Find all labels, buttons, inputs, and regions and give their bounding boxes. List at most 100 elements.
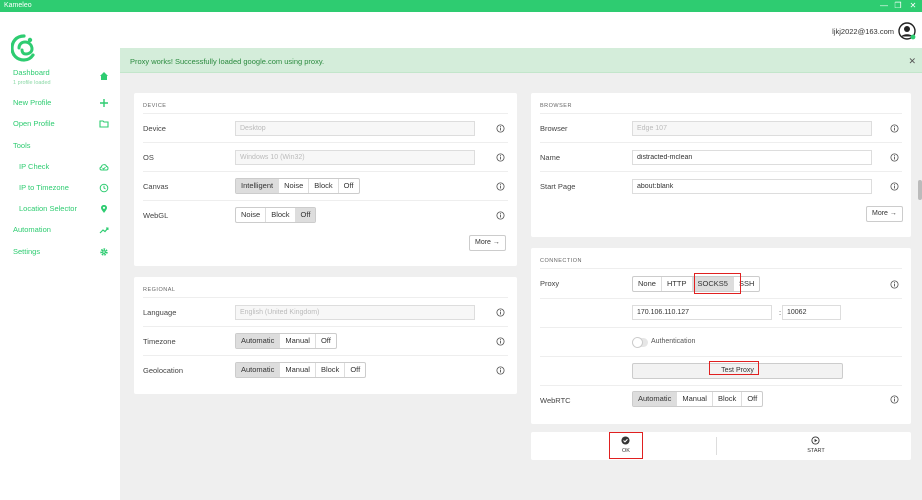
- proxy-option-none[interactable]: None: [633, 277, 662, 291]
- row-label: OS: [143, 153, 154, 162]
- profile-name-input[interactable]: [632, 150, 872, 165]
- card-title: CONNECTION: [540, 258, 582, 264]
- proxy-address-row: :: [540, 298, 902, 327]
- info-icon[interactable]: [496, 308, 505, 317]
- sidebar-item-label: New Profile: [13, 98, 52, 107]
- row-label: Language: [143, 308, 177, 317]
- geolocation-segmented-control: Automatic Manual Block Off: [235, 362, 367, 378]
- authentication-toggle[interactable]: [632, 337, 648, 348]
- canvas-option-noise[interactable]: Noise: [279, 179, 310, 193]
- row-label: Device: [143, 124, 166, 133]
- webrtc-option-off[interactable]: Off: [742, 392, 762, 406]
- webgl-segmented-control: Noise Block Off: [235, 207, 317, 223]
- success-alert: Proxy works! Successfully loaded google.…: [120, 48, 922, 73]
- trending-up-icon: [99, 227, 109, 234]
- row-label: Geolocation: [143, 366, 184, 375]
- maximize-button[interactable]: ❐: [890, 0, 906, 12]
- geolocation-option-block[interactable]: Block: [316, 363, 346, 377]
- info-icon[interactable]: [890, 124, 899, 133]
- close-button[interactable]: ✕: [905, 0, 921, 12]
- regional-card: REGIONAL Language English (United Kingdo…: [134, 277, 517, 394]
- geolocation-option-automatic[interactable]: Automatic: [236, 363, 281, 377]
- canvas-option-block[interactable]: Block: [309, 179, 339, 193]
- timezone-option-manual[interactable]: Manual: [280, 334, 316, 348]
- info-icon[interactable]: [496, 211, 505, 220]
- canvas-option-off[interactable]: Off: [339, 179, 359, 193]
- proxy-host-input[interactable]: [632, 305, 772, 320]
- browser-field: Edge 107: [632, 121, 872, 136]
- header: ljkj2022@163.com: [120, 12, 922, 48]
- geolocation-option-off[interactable]: Off: [345, 363, 365, 377]
- webrtc-option-manual[interactable]: Manual: [677, 392, 713, 406]
- socks5-highlight: [694, 273, 741, 294]
- os-row: OS Windows 10 (Win32): [143, 142, 508, 171]
- webgl-option-off[interactable]: Off: [295, 208, 316, 222]
- cloud-check-icon: [99, 164, 109, 171]
- proxy-option-http[interactable]: HTTP: [662, 277, 693, 291]
- button-label: More: [872, 210, 888, 217]
- sidebar-item-label: IP Check: [19, 162, 50, 171]
- profiles-loaded-text: 1 profile loaded: [13, 80, 51, 86]
- start-button[interactable]: START: [721, 432, 911, 460]
- sidebar-item-dashboard[interactable]: Dashboard 1 profile loaded: [13, 68, 109, 86]
- sidebar-item-label: Dashboard: [13, 68, 50, 77]
- webgl-option-noise[interactable]: Noise: [236, 208, 267, 222]
- browser-more-button[interactable]: More →: [866, 206, 903, 222]
- info-icon[interactable]: [496, 153, 505, 162]
- webrtc-option-block[interactable]: Block: [713, 392, 743, 406]
- sidebar-item-label: Open Profile: [13, 119, 55, 128]
- sidebar-item-location-selector[interactable]: Location Selector: [19, 204, 109, 213]
- sidebar-heading-tools: Tools: [13, 141, 31, 150]
- sidebar-item-settings[interactable]: Settings: [13, 247, 109, 256]
- webgl-option-block[interactable]: Block: [266, 208, 296, 222]
- info-icon[interactable]: [496, 366, 505, 375]
- geolocation-option-manual[interactable]: Manual: [280, 363, 316, 377]
- scrollbar-thumb[interactable]: [918, 180, 922, 200]
- start-page-input[interactable]: [632, 179, 872, 194]
- row-label: Start Page: [540, 182, 576, 191]
- kameleo-logo: [11, 34, 35, 62]
- alert-message: Proxy works! Successfully loaded google.…: [130, 57, 325, 66]
- timezone-segmented-control: Automatic Manual Off: [235, 333, 337, 349]
- avatar-icon[interactable]: [898, 22, 916, 40]
- test-proxy-highlight: [709, 361, 759, 375]
- sidebar-item-ip-check[interactable]: IP Check: [19, 162, 109, 171]
- info-icon[interactable]: [496, 124, 505, 133]
- webrtc-option-automatic[interactable]: Automatic: [633, 392, 678, 406]
- proxy-port-input[interactable]: [782, 305, 841, 320]
- info-icon[interactable]: [496, 337, 505, 346]
- home-icon: [100, 72, 108, 80]
- info-icon[interactable]: [890, 153, 899, 162]
- os-field: Windows 10 (Win32): [235, 150, 475, 165]
- alert-close-icon[interactable]: ✕: [908, 56, 916, 67]
- canvas-option-intelligent[interactable]: Intelligent: [236, 179, 280, 193]
- info-icon[interactable]: [890, 280, 899, 289]
- title-bar: Kameleo — ❐ ✕: [0, 0, 922, 12]
- canvas-row: Canvas Intelligent Noise Block Off: [143, 171, 508, 200]
- card-title: DEVICE: [143, 103, 167, 109]
- arrow-right-icon: →: [492, 239, 500, 246]
- authentication-row: Authentication: [540, 327, 902, 356]
- sidebar-item-label: Automation: [13, 225, 51, 234]
- device-card: DEVICE Device Desktop OS Windows 10 (Win…: [134, 93, 517, 266]
- start-label: START: [807, 448, 825, 454]
- sidebar-item-new-profile[interactable]: New Profile: [13, 98, 109, 107]
- folder-icon: [99, 120, 109, 128]
- location-pin-icon: [101, 205, 107, 213]
- info-icon[interactable]: [890, 182, 899, 191]
- info-icon[interactable]: [496, 182, 505, 191]
- action-bar: OK START: [531, 432, 911, 460]
- timezone-option-automatic[interactable]: Automatic: [236, 334, 281, 348]
- gear-icon: [100, 248, 108, 256]
- device-more-button[interactable]: More →: [469, 235, 506, 251]
- start-page-row: Start Page: [540, 171, 902, 200]
- user-email: ljkj2022@163.com: [832, 27, 894, 36]
- sidebar-item-automation[interactable]: Automation: [13, 225, 109, 234]
- timezone-option-off[interactable]: Off: [316, 334, 336, 348]
- webrtc-row: WebRTC Automatic Manual Block Off: [540, 385, 902, 414]
- device-field: Desktop: [235, 121, 475, 136]
- row-label: Name: [540, 153, 561, 162]
- sidebar-item-open-profile[interactable]: Open Profile: [13, 119, 109, 128]
- sidebar-item-ip-to-timezone[interactable]: IP to Timezone: [19, 183, 109, 193]
- info-icon[interactable]: [890, 395, 899, 404]
